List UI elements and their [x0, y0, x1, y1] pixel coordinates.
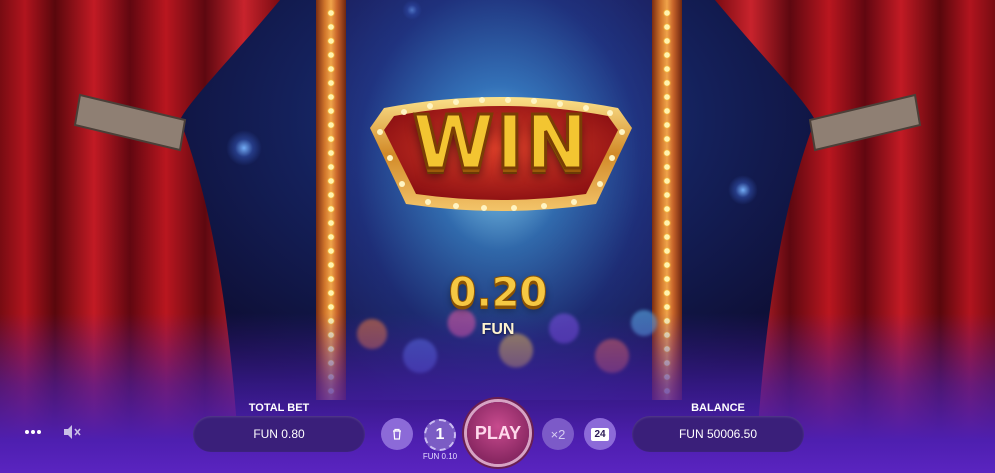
coin-value-button[interactable]: 1 [424, 419, 456, 451]
balance-value: FUN 50006.50 [678, 427, 758, 441]
balance-label: BALANCE [691, 402, 745, 414]
clear-bet-button[interactable] [381, 418, 413, 450]
win-currency: FUN [481, 321, 515, 338]
total-bet-label: TOTAL BET [248, 402, 310, 414]
autoplay-button[interactable]: 24 [584, 418, 616, 450]
trash-icon [393, 428, 401, 440]
multiplier-button[interactable]: ×2 [542, 418, 574, 450]
balance-field: FUN 50006.50 [632, 416, 804, 452]
total-bet-field[interactable]: FUN 0.80 [193, 416, 365, 452]
win-badge: WIN [364, 80, 638, 220]
coin-value-caption: FUN 0.10 [422, 452, 458, 461]
game-scene: WIN 0.20 FUN TOTAL BET FUN 0.80 1 FUN 0.… [0, 0, 995, 473]
play-button[interactable]: PLAY [467, 402, 529, 464]
multiplier-label: ×2 [550, 426, 566, 442]
speaker-muted-icon[interactable] [62, 423, 82, 441]
win-amount: 0.20 [448, 270, 548, 317]
more-dots-icon[interactable] [24, 422, 44, 442]
play-label: PLAY [474, 422, 522, 443]
total-bet-value: FUN 0.80 [253, 427, 305, 441]
coin-value: 1 [435, 426, 445, 443]
autoplay-count: 24 [591, 427, 609, 441]
win-title: WIN [411, 99, 590, 188]
